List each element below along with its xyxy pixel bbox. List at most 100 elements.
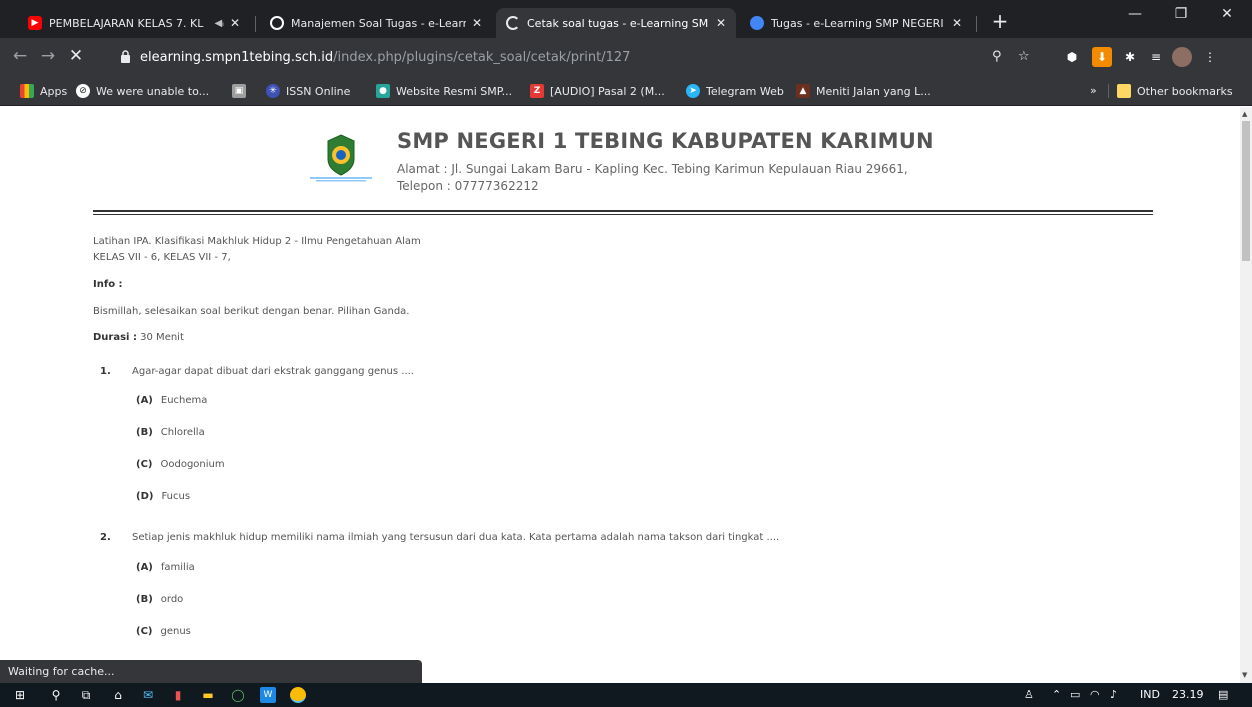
close-icon[interactable]: ✕ (472, 16, 482, 30)
avatar[interactable] (1172, 47, 1192, 67)
header-divider (93, 210, 1153, 212)
tab-manajemen-soal[interactable]: Manajemen Soal Tugas - e-Learn ✕ (260, 8, 492, 38)
question-text: Agar-agar dapat dibuat dari ekstrak gang… (132, 366, 414, 377)
tab-cetak-soal[interactable]: Cetak soal tugas - e-Learning SM ✕ (496, 8, 736, 38)
url-path: /index.php/plugins/cetak_soal/cetak/prin… (333, 50, 631, 65)
answer-option: (C) Oodogonium (136, 459, 225, 470)
close-icon[interactable]: ✕ (716, 16, 726, 30)
option-text: Euchema (160, 395, 208, 406)
address-bar[interactable]: elearning.smpn1tebing.sch.id/index.php/p… (112, 44, 1052, 72)
bookmark-star-icon[interactable]: ☆ (1018, 49, 1030, 64)
people-icon[interactable]: ♙ (1024, 688, 1034, 701)
bookmark-portrait[interactable]: ▣ (232, 84, 252, 98)
forward-icon[interactable]: → (36, 46, 60, 66)
option-text: Fucus (161, 491, 191, 502)
bookmarks-bar: Apps ⊘ We were unable to... ▣ ✳ ISSN Onl… (0, 78, 1252, 106)
other-bookmarks-label: Other bookmarks (1137, 84, 1233, 98)
info-label: Info : (93, 279, 123, 290)
bookmark-meniti-jalan[interactable]: ▲ Meniti Jalan yang L... (796, 84, 931, 98)
tab-tugas[interactable]: Tugas - e-Learning SMP NEGERI ✕ (740, 8, 972, 38)
clock[interactable]: 23.19 (1172, 688, 1204, 701)
lock-icon[interactable] (120, 50, 131, 63)
media-queue-icon[interactable]: ≡ (1146, 47, 1166, 67)
tab-title: Tugas - e-Learning SMP NEGERI (771, 16, 944, 30)
elearning-icon (750, 16, 764, 30)
search-icon[interactable]: ⚲ (48, 687, 64, 703)
portrait-icon: ▣ (232, 84, 246, 98)
screen: ▶ PEMBELAJARAN KELAS 7. KL ◀ᵢ ✕ Manajeme… (0, 0, 1252, 707)
loading-icon (506, 16, 520, 30)
zoom-icon[interactable]: ⚲ (992, 49, 1002, 64)
store-icon[interactable]: ⌂ (110, 687, 126, 703)
show-hidden-icons-chevron[interactable]: ⌃ (1052, 688, 1061, 701)
new-tab-button[interactable]: + (986, 9, 1014, 33)
bookmark-label: Website Resmi SMP... (396, 84, 513, 98)
other-bookmarks[interactable]: Other bookmarks (1108, 84, 1233, 98)
download-extension-icon[interactable]: ⬇ (1092, 47, 1112, 67)
bookmarks-overflow-button[interactable]: » (1090, 84, 1097, 97)
option-letter: (B) (136, 427, 153, 438)
info-text: Bismillah, selesaikan soal berikut denga… (93, 306, 410, 317)
scrollbar-thumb[interactable] (1242, 121, 1250, 261)
scroll-up-icon[interactable]: ▲ (1242, 110, 1247, 118)
bookmark-telegram[interactable]: ➤ Telegram Web (686, 84, 784, 98)
whatsapp-icon[interactable]: ◯ (230, 687, 246, 703)
audio-playing-icon[interactable]: ◀ᵢ (214, 18, 223, 29)
kebab-menu-icon[interactable]: ⋮ (1200, 47, 1220, 67)
stop-loading-icon[interactable]: ✕ (64, 46, 88, 66)
close-icon[interactable]: ✕ (230, 16, 240, 30)
z-icon: Z (530, 84, 544, 98)
scroll-down-icon[interactable]: ▼ (1242, 671, 1247, 679)
close-window-icon[interactable]: ✕ (1204, 6, 1250, 22)
task-view-icon[interactable]: ⧉ (78, 687, 94, 703)
bookmark-audio-pasal[interactable]: Z [AUDIO] Pasal 2 (M... (530, 84, 665, 98)
tab-youtube[interactable]: ▶ PEMBELAJARAN KELAS 7. KL ◀ᵢ ✕ (18, 8, 250, 38)
tab-separator (255, 16, 256, 32)
mail-icon[interactable]: ✉ (140, 687, 156, 703)
back-icon[interactable]: ← (8, 46, 32, 66)
network-icon[interactable]: ▭ (1070, 688, 1080, 701)
minimize-icon[interactable]: — (1112, 6, 1158, 22)
apps-grid-icon (20, 84, 34, 98)
windows-taskbar: ⊞ ⚲ ⧉ ⌂ ✉ ▮ ▬ ◯ W ♙ ⌃ ▭ ◠ ♪ IND 23.19 ▤ (0, 683, 1252, 707)
option-text: Chlorella (160, 427, 205, 438)
office-icon[interactable]: ▮ (170, 687, 186, 703)
issn-icon: ✳ (266, 84, 280, 98)
extension-icon[interactable]: ⬢ (1062, 47, 1082, 67)
option-letter: (D) (136, 491, 154, 502)
bookmark-apps[interactable]: Apps (20, 84, 67, 98)
wifi-icon[interactable]: ◠ (1090, 688, 1100, 701)
folder-icon (1117, 84, 1131, 98)
option-letter: (B) (136, 594, 153, 605)
page-scrollbar[interactable]: ▲ ▼ (1240, 107, 1252, 683)
puzzle-icon[interactable]: ✱ (1120, 47, 1140, 67)
browser-toolbar: ← → ✕ elearning.smpn1tebing.sch.id/index… (0, 38, 1252, 78)
telegram-icon: ➤ (686, 84, 700, 98)
volume-icon[interactable]: ♪ (1110, 688, 1117, 701)
restore-icon[interactable]: ❐ (1158, 6, 1204, 22)
answer-option: (D) Fucus (136, 491, 190, 502)
close-icon[interactable]: ✕ (952, 16, 962, 30)
option-text: ordo (160, 594, 184, 605)
chrome-icon[interactable] (290, 687, 306, 703)
school-address-block: Alamat : Jl. Sungai Lakam Baru - Kapling… (397, 161, 997, 195)
exam-title: Latihan IPA. Klasifikasi Makhluk Hidup 2… (93, 236, 421, 247)
option-letter: (C) (136, 459, 153, 470)
bookmark-label: We were unable to... (96, 84, 210, 98)
bookmark-label: Telegram Web (706, 84, 784, 98)
bookmark-label: Meniti Jalan yang L... (816, 84, 931, 98)
mountain-icon: ▲ (796, 84, 810, 98)
windows-start-icon[interactable]: ⊞ (12, 687, 28, 703)
notification-icon[interactable]: ▤ (1218, 688, 1228, 701)
option-letter: (A) (136, 395, 153, 406)
bookmark-school-site[interactable]: ● Website Resmi SMP... (376, 84, 512, 98)
bookmark-issn[interactable]: ✳ ISSN Online (266, 84, 350, 98)
question-text: Setiap jenis makhluk hidup memiliki nama… (132, 532, 780, 543)
duration-label: Durasi : (93, 332, 137, 343)
question-number: 2. (100, 532, 111, 543)
file-explorer-icon[interactable]: ▬ (200, 687, 216, 703)
language-indicator[interactable]: IND (1140, 688, 1160, 701)
bookmark-wp[interactable]: ⊘ We were unable to... (76, 84, 209, 98)
word-icon[interactable]: W (260, 687, 276, 703)
school-name: SMP NEGERI 1 TEBING KABUPATEN KARIMUN (397, 129, 934, 153)
